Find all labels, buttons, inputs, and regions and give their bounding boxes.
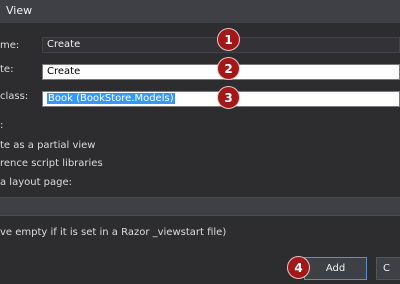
dialog-title: View (6, 4, 33, 17)
model-class-label: class: (0, 91, 29, 102)
model-class-value: Book (BookStore.Models) (47, 93, 175, 104)
layout-page-field[interactable] (0, 197, 400, 216)
cancel-button[interactable]: C (376, 257, 400, 280)
callout-badge-3: 3 (217, 86, 240, 109)
view-name-label: me: (0, 40, 20, 51)
callout-badge-1: 1 (217, 28, 240, 51)
callout-badge-4: 4 (287, 256, 310, 279)
options-label: : (0, 120, 4, 131)
template-label: te: (0, 64, 14, 75)
layout-page-checkbox[interactable]: a layout page: (0, 177, 72, 188)
callout-badge-2: 2 (217, 57, 240, 80)
partial-view-checkbox[interactable]: te as a partial view (0, 140, 95, 151)
layout-hint: ve empty if it is set in a Razor _viewst… (0, 227, 227, 238)
add-button[interactable]: Add (304, 257, 367, 280)
script-libraries-checkbox[interactable]: rence script libraries (0, 158, 103, 169)
dialog-title-bar: View (0, 0, 400, 23)
